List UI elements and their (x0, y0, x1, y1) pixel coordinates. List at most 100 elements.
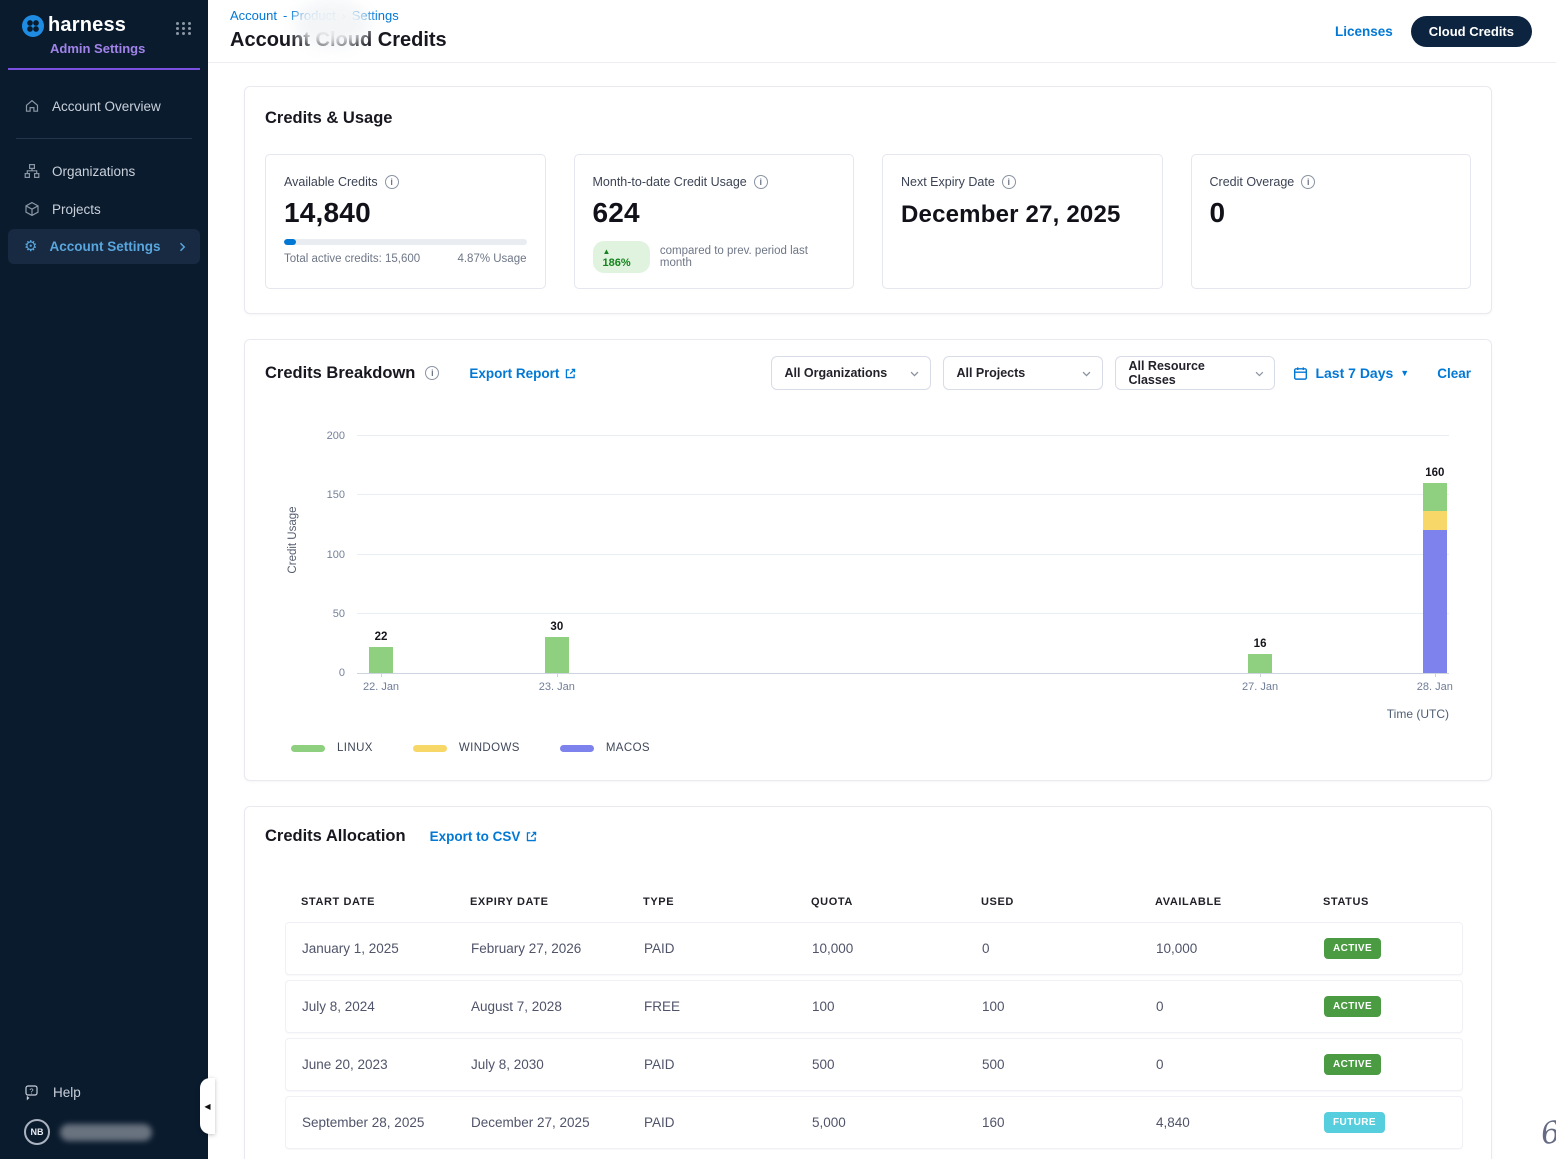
date-range-filter[interactable]: Last 7 Days ▼ (1293, 365, 1409, 381)
cell-used: 160 (982, 1115, 1156, 1130)
sidebar: harness Admin Settings Account Overview … (0, 0, 208, 1159)
cell-available: 4,840 (1156, 1115, 1324, 1130)
sidebar-item-label: Account Overview (52, 99, 161, 114)
chart-bar-28-jan[interactable]: 160 (1423, 467, 1447, 673)
export-csv-link[interactable]: Export to CSV (430, 829, 539, 844)
chart-bar-22-jan[interactable]: 22 (369, 631, 393, 673)
main-content: Account - Product › Settings Account Clo… (208, 0, 1556, 1159)
harness-logo[interactable]: harness (22, 14, 145, 37)
column-header: AVAILABLE (1155, 896, 1323, 908)
x-axis-label: Time (UTC) (1387, 707, 1449, 721)
gridline (357, 435, 1449, 436)
column-header: QUOTA (811, 896, 981, 908)
svg-text:?: ? (29, 1086, 33, 1095)
info-icon[interactable] (1301, 175, 1315, 189)
external-link-icon (525, 830, 538, 843)
external-link-icon (564, 367, 577, 380)
sidebar-item-account-settings[interactable]: ⚙ Account Settings (8, 229, 200, 264)
x-tick-mark (1260, 673, 1261, 677)
delta-arrow-icon: ▲ (603, 247, 611, 256)
column-header: TYPE (643, 896, 811, 908)
sidebar-collapse-handle[interactable]: ◀ (200, 1078, 215, 1134)
y-tick-label: 0 (307, 667, 345, 679)
sidebar-item-organizations[interactable]: Organizations (8, 153, 200, 189)
export-report-link[interactable]: Export Report (469, 366, 577, 381)
cell-expiry: July 8, 2030 (471, 1057, 644, 1072)
column-header: STATUS (1323, 896, 1463, 908)
info-icon[interactable] (385, 175, 399, 189)
available-credits-value: 14,840 (284, 197, 527, 229)
chart-bar-23-jan[interactable]: 30 (545, 621, 569, 673)
gear-icon: ⚙ (24, 239, 37, 254)
table-row[interactable]: July 8, 2024August 7, 2028FREE1001000ACT… (285, 980, 1463, 1033)
clear-filters-link[interactable]: Clear (1437, 366, 1471, 381)
chart-plot: Time (UTC) 0501001502002222. Jan3023. Ja… (357, 436, 1449, 674)
status-badge: ACTIVE (1324, 938, 1381, 959)
bar-total-label: 30 (550, 621, 563, 633)
licenses-link[interactable]: Licenses (1335, 24, 1393, 39)
help-button[interactable]: ? Help (8, 1074, 200, 1111)
help-label: Help (53, 1085, 81, 1100)
bar-total-label: 160 (1425, 467, 1444, 479)
chart-bar-27-jan[interactable]: 16 (1248, 638, 1272, 673)
info-icon[interactable] (425, 366, 439, 380)
sidebar-item-account-overview[interactable]: Account Overview (8, 88, 200, 124)
sidebar-item-label: Organizations (52, 164, 135, 179)
brand-name: harness (48, 14, 126, 37)
table-row[interactable]: January 1, 2025February 27, 2026PAID10,0… (285, 922, 1463, 975)
home-icon (24, 98, 40, 114)
projects-filter[interactable]: All Projects (943, 356, 1103, 390)
legend-linux[interactable]: LINUX (291, 742, 373, 754)
cell-start: June 20, 2023 (302, 1057, 471, 1072)
cell-type: PAID (644, 1115, 812, 1130)
available-credits-card: Available Credits 14,840 Total active cr… (265, 154, 546, 289)
credits-breakdown-chart: Credit Usage Time (UTC) 0501001502002222… (265, 436, 1449, 754)
breadcrumb-account[interactable]: Account (230, 8, 277, 23)
organizations-filter[interactable]: All Organizations (771, 356, 931, 390)
breadcrumb-settings[interactable]: Settings (352, 8, 399, 23)
mtd-usage-card: Month-to-date Credit Usage 624 ▲ 186% co… (574, 154, 855, 289)
calendar-icon (1293, 366, 1308, 381)
bar-segment-linux (545, 637, 569, 673)
chevron-down-icon (1081, 368, 1092, 379)
credits-allocation-title: Credits Allocation (265, 827, 406, 846)
credits-progress-bar (284, 239, 527, 245)
credit-overage-card: Credit Overage 0 (1191, 154, 1472, 289)
page-header: Account - Product › Settings Account Clo… (208, 0, 1556, 63)
legend-label: MACOS (606, 742, 650, 754)
column-header: USED (981, 896, 1155, 908)
cloud-credits-button[interactable]: Cloud Credits (1411, 16, 1532, 47)
column-header: EXPIRY DATE (470, 896, 643, 908)
cell-type: PAID (644, 1057, 812, 1072)
cell-expiry: December 27, 2025 (471, 1115, 644, 1130)
table-row[interactable]: September 28, 2025December 27, 2025PAID5… (285, 1096, 1463, 1149)
credit-overage-value: 0 (1210, 197, 1453, 229)
sidebar-item-label: Projects (52, 202, 101, 217)
gridline (357, 613, 1449, 614)
user-profile[interactable]: NB (8, 1111, 200, 1149)
avatar: NB (24, 1119, 50, 1145)
resource-classes-filter[interactable]: All Resource Classes (1115, 356, 1275, 390)
chevron-down-icon (1254, 368, 1265, 379)
sidebar-item-projects[interactable]: Projects (8, 191, 200, 227)
legend-windows[interactable]: WINDOWS (413, 742, 520, 754)
table-row[interactable]: June 20, 2023July 8, 2030PAID5005000ACTI… (285, 1038, 1463, 1091)
cell-start: September 28, 2025 (302, 1115, 471, 1130)
x-tick-mark (1435, 673, 1436, 677)
sidebar-item-label: Account Settings (49, 239, 160, 254)
y-tick-label: 100 (307, 549, 345, 561)
legend-macos[interactable]: MACOS (560, 742, 650, 754)
cell-quota: 5,000 (812, 1115, 982, 1130)
x-tick-label: 27. Jan (1242, 681, 1278, 693)
dropdown-arrow-icon: ▼ (1400, 368, 1409, 378)
breadcrumb-product[interactable]: - Product (283, 8, 336, 23)
next-expiry-card: Next Expiry Date December 27, 2025 (882, 154, 1163, 289)
bar-segment-linux (1248, 654, 1272, 673)
legend-label: LINUX (337, 742, 373, 754)
legend-swatch (560, 745, 594, 752)
cube-icon (24, 201, 40, 217)
app-switcher-icon[interactable] (176, 22, 192, 35)
info-icon[interactable] (754, 175, 768, 189)
info-icon[interactable] (1002, 175, 1016, 189)
credits-breakdown-title: Credits Breakdown (265, 364, 415, 383)
